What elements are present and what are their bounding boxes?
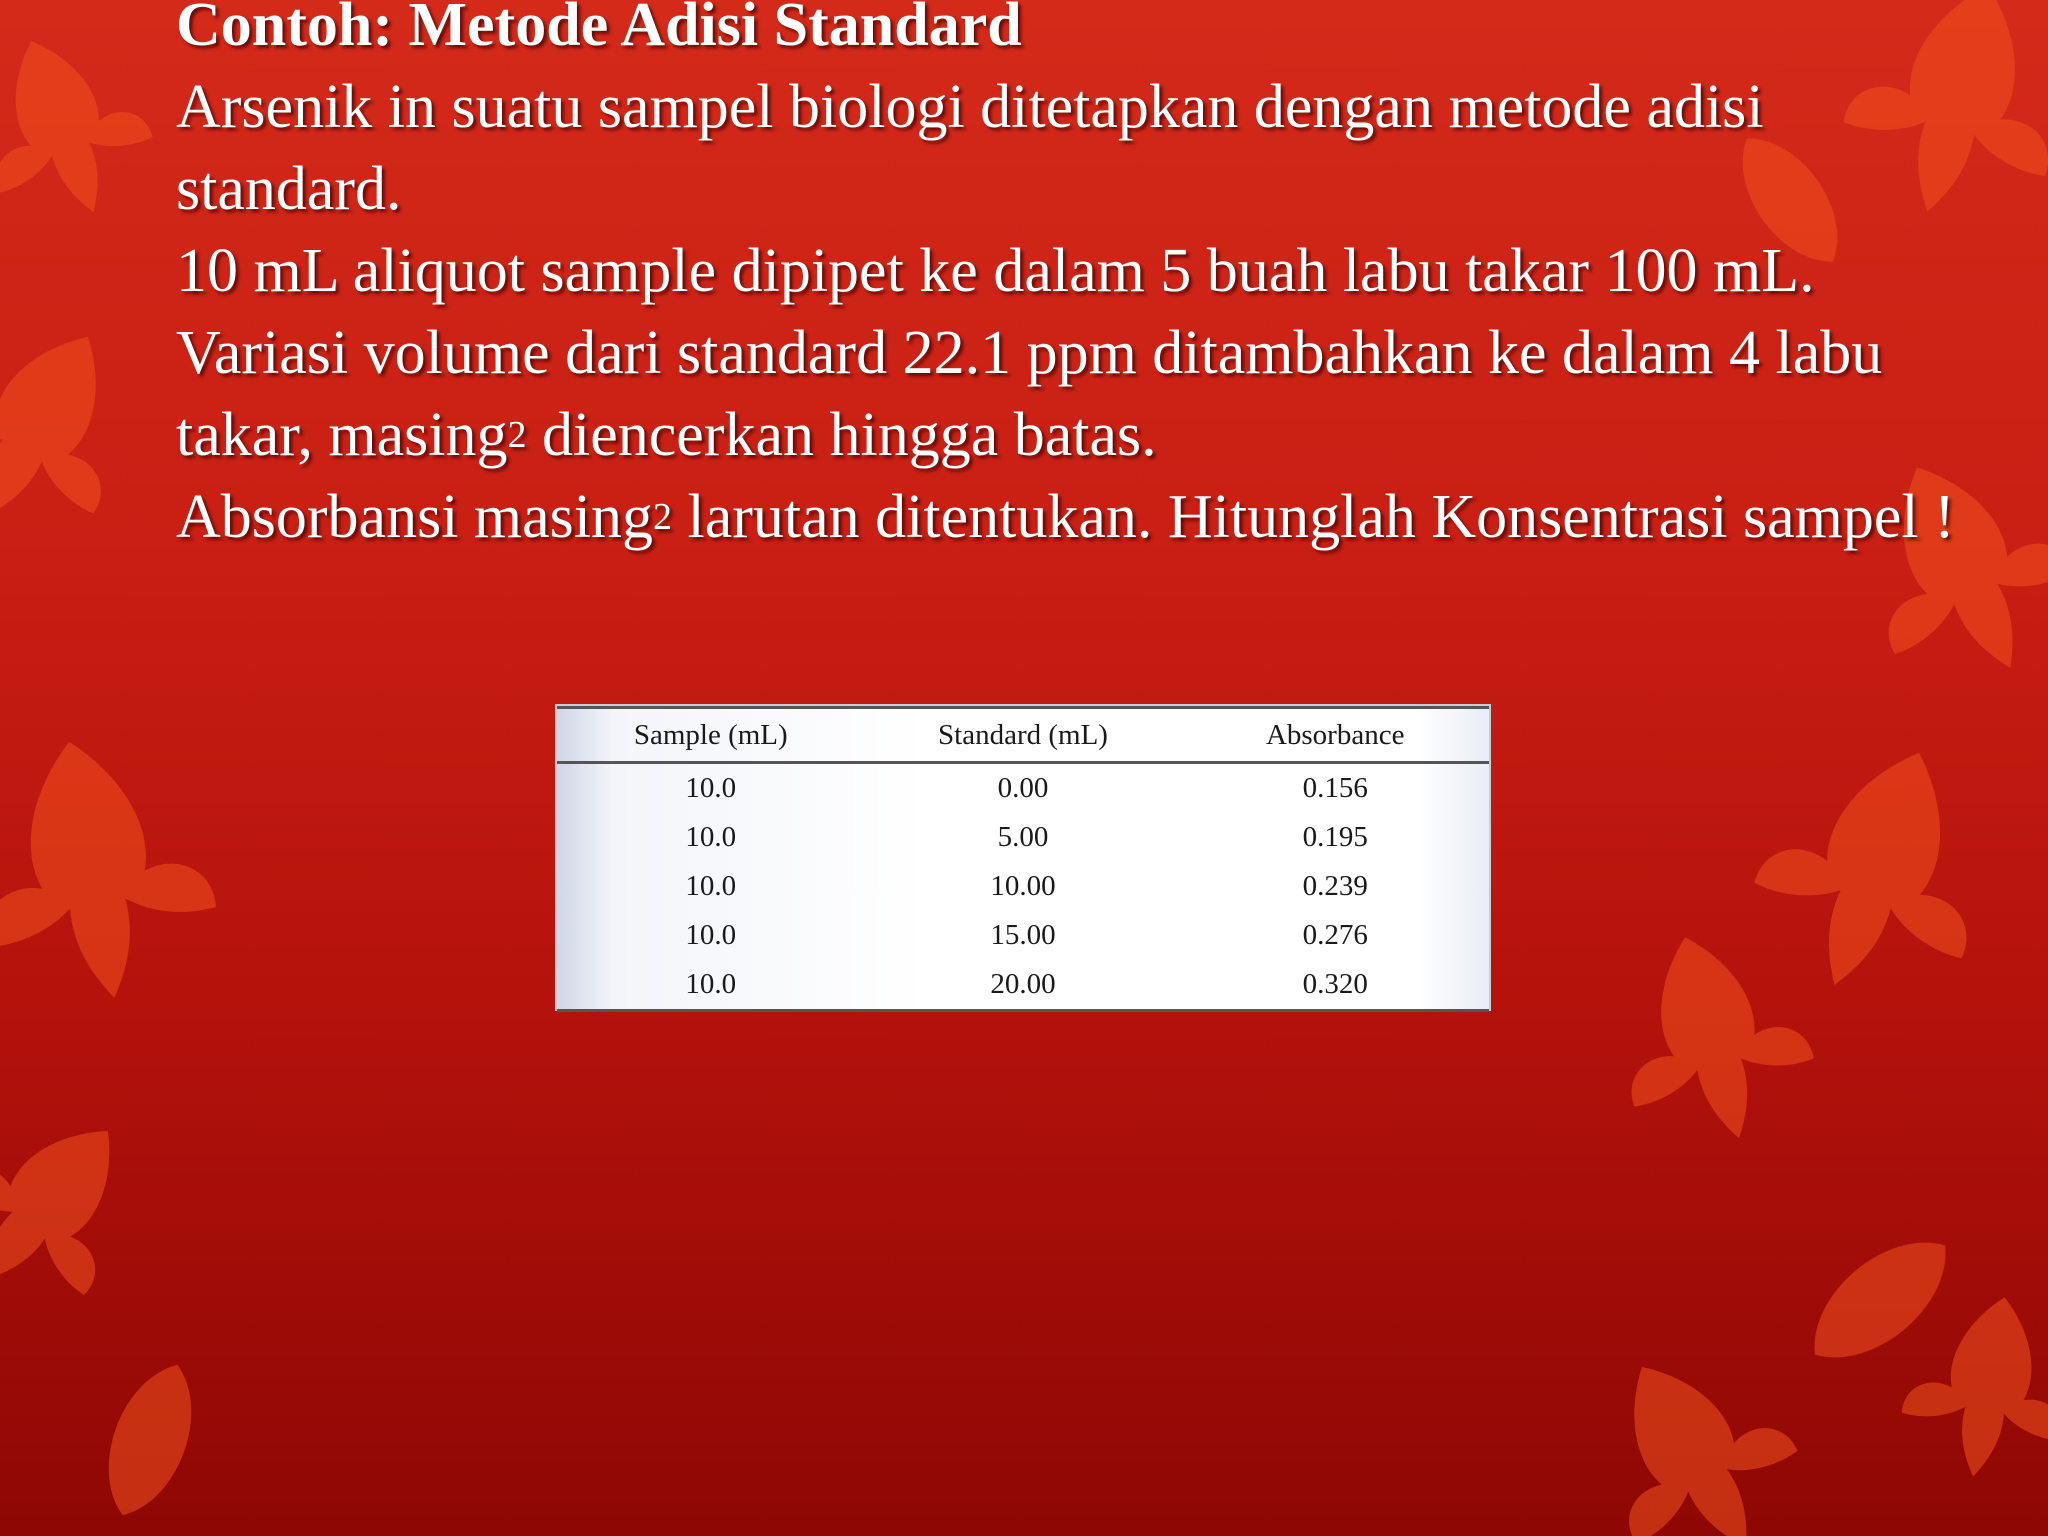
data-table-image: Sample (mL) Standard (mL) Absorbance 10.…: [555, 704, 1491, 1011]
procedure-superscript: 2: [507, 414, 527, 456]
slide-title: Contoh: Metode Adisi Standard: [176, 0, 1022, 59]
paragraph-intro: Arsenik in suatu sampel biologi ditetapk…: [176, 73, 1764, 223]
cell-absorbance: 0.195: [1302, 821, 1368, 853]
cell-sample: 10.0: [685, 919, 737, 951]
question-text-a: Absorbansi masing: [176, 483, 654, 551]
cell-standard: 0.00: [997, 772, 1049, 804]
question-text-b: larutan ditentukan. Hitunglah Konsentras…: [672, 483, 1955, 551]
header-sample: Sample (mL): [633, 718, 788, 751]
cell-standard: 5.00: [997, 821, 1049, 853]
table-row: 10.0 20.00 0.320: [557, 960, 1489, 1011]
cell-standard: 15.00: [990, 919, 1056, 951]
cell-absorbance: 0.276: [1302, 919, 1368, 951]
cell-absorbance: 0.156: [1302, 772, 1368, 804]
absorbance-table: Sample (mL) Standard (mL) Absorbance 10.…: [557, 706, 1489, 1012]
header-standard: Standard (mL): [938, 718, 1108, 751]
cell-absorbance: 0.239: [1302, 870, 1368, 902]
cell-absorbance: 0.320: [1302, 968, 1368, 1000]
cell-sample: 10.0: [685, 968, 737, 1000]
table-row: 10.0 15.00 0.276: [557, 911, 1489, 960]
header-absorbance: Absorbance: [1265, 718, 1405, 751]
cell-standard: 10.00: [990, 870, 1056, 902]
cell-sample: 10.0: [685, 772, 737, 804]
table-row: 10.0 10.00 0.239: [557, 862, 1489, 911]
procedure-text-b: diencerkan hingga batas.: [526, 401, 1157, 469]
cell-standard: 20.00: [990, 968, 1056, 1000]
paragraph-procedure: 10 mL aliquot sample dipipet ke dalam 5 …: [176, 230, 1956, 476]
cell-sample: 10.0: [685, 870, 737, 902]
slide-body: Contoh: Metode Adisi Standard Arsenik in…: [176, 0, 1956, 558]
table-row: 10.0 0.00 0.156: [557, 763, 1489, 814]
table-header-row: Sample (mL) Standard (mL) Absorbance: [557, 707, 1489, 763]
cell-sample: 10.0: [685, 821, 737, 853]
table-row: 10.0 5.00 0.195: [557, 813, 1489, 862]
question-superscript: 2: [653, 496, 673, 538]
paragraph-question: Absorbansi masing2 larutan ditentukan. H…: [176, 476, 1956, 558]
